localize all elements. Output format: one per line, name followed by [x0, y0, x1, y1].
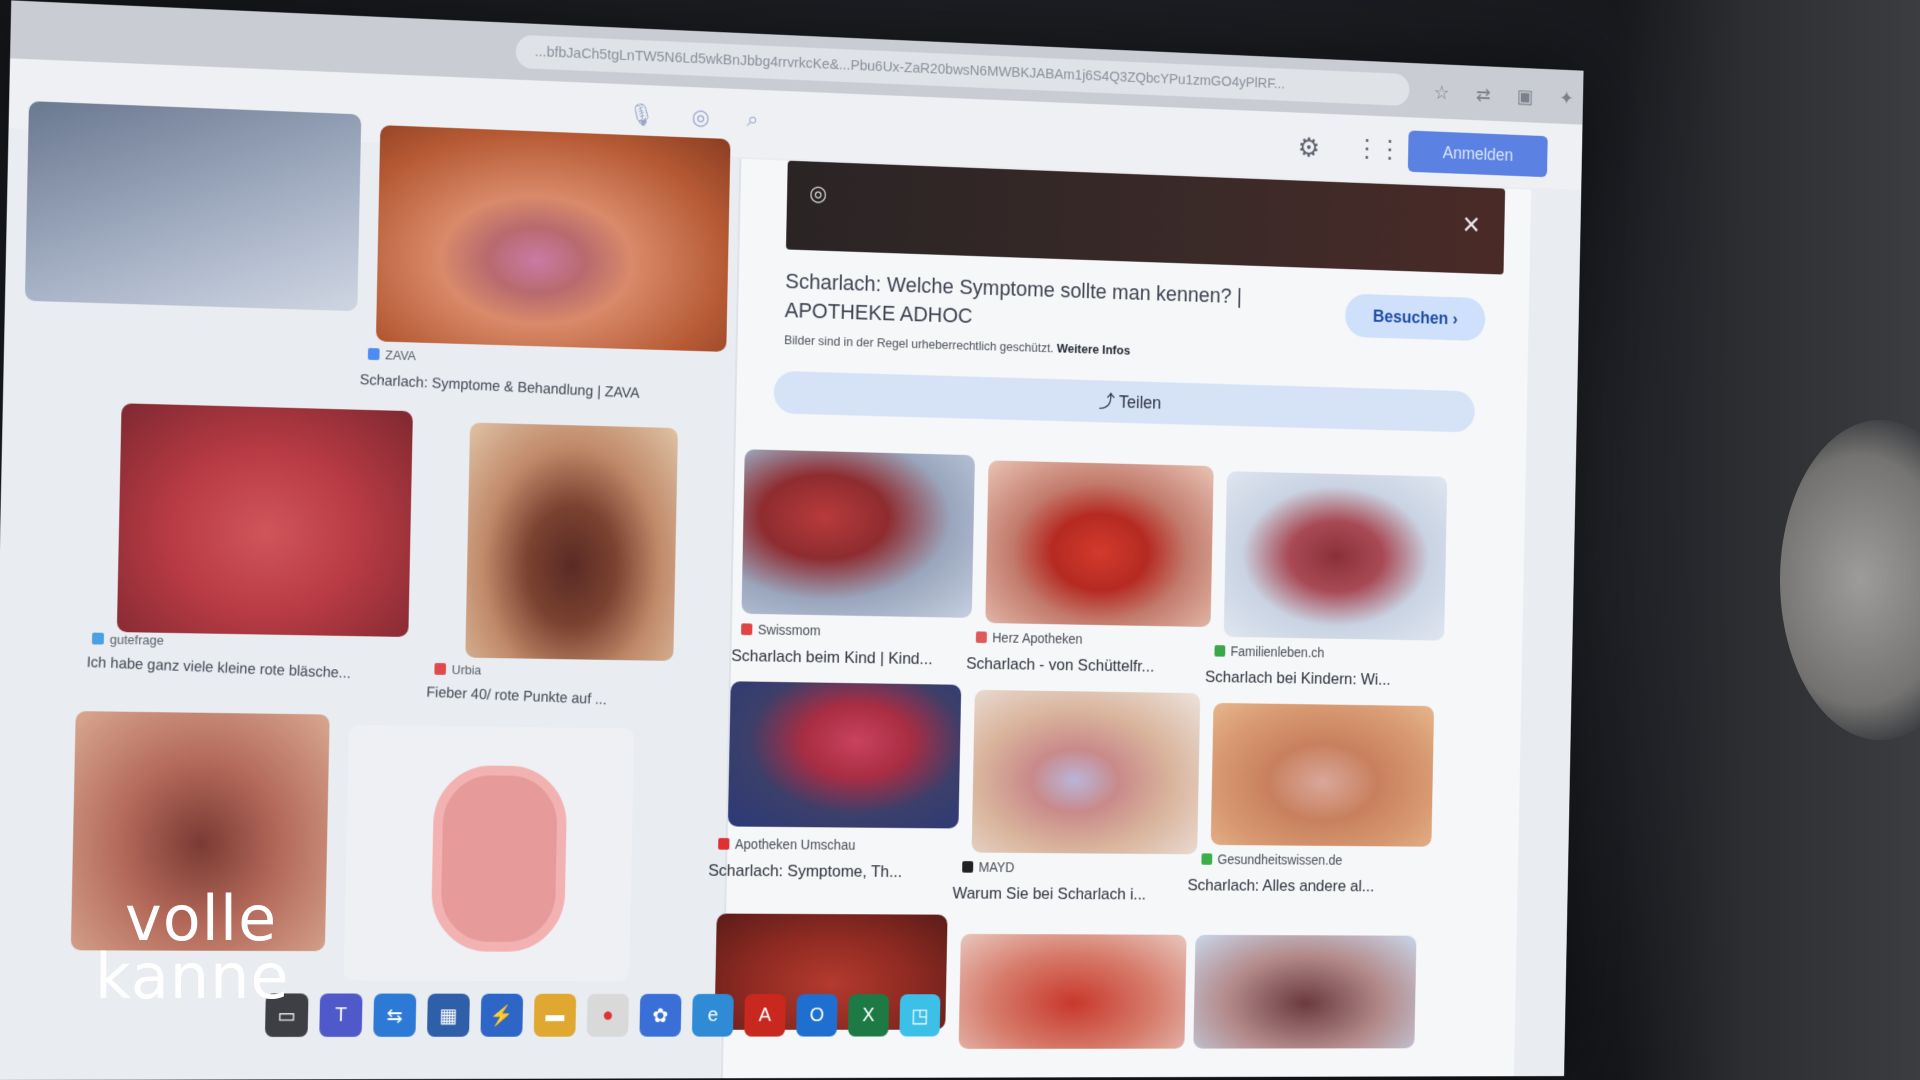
search-tools: 🎙 ◎ ⌕: [628, 102, 759, 133]
related-image[interactable]: [971, 689, 1201, 855]
result-caption[interactable]: Scharlach: Symptome & Behandlung | ZAVA: [359, 371, 639, 402]
power-automate-icon[interactable]: ⚡: [480, 993, 524, 1037]
copyright-note: Bilder sind in der Regel urheberrechtlic…: [784, 332, 1131, 358]
related-source: Apotheken Umschau: [718, 836, 856, 853]
broadcast-logo: volle kanne: [95, 882, 290, 1013]
related-caption[interactable]: Warum Sie bei Scharlach i...: [952, 884, 1146, 904]
star-icon[interactable]: ☆: [1432, 81, 1452, 104]
signin-button[interactable]: Anmelden: [1407, 130, 1548, 178]
excel-icon[interactable]: X: [847, 994, 890, 1037]
extension-icon[interactable]: ✦: [1557, 86, 1576, 109]
result-source: Urbia: [434, 662, 481, 677]
search-icon[interactable]: ⌕: [747, 107, 759, 133]
related-image[interactable]: [727, 681, 962, 829]
teamviewer-icon[interactable]: ⇆: [373, 993, 417, 1037]
related-source: Swissmom: [741, 621, 821, 638]
result-caption[interactable]: Ich habe ganz viele kleine rote bläsche.…: [86, 654, 351, 682]
close-icon[interactable]: ✕: [1459, 210, 1484, 239]
related-source: MAYD: [962, 859, 1015, 875]
microphone-icon[interactable]: 🎙: [628, 102, 655, 128]
result-image[interactable]: [375, 125, 731, 352]
result-image[interactable]: [465, 422, 678, 661]
file-explorer-icon[interactable]: ▬: [533, 993, 577, 1037]
related-caption[interactable]: Scharlach: Symptome, Th...: [708, 861, 902, 882]
preview-title[interactable]: Scharlach: Welche Symptome sollte man ke…: [784, 267, 1292, 341]
copilot-icon[interactable]: ✿: [639, 993, 682, 1037]
edge-icon[interactable]: e: [691, 993, 734, 1037]
share-button[interactable]: ⤴ Teilen: [773, 370, 1476, 433]
chrome-icon[interactable]: ●: [586, 993, 629, 1037]
result-image[interactable]: [116, 403, 413, 638]
google-lens-icon[interactable]: ◎: [809, 181, 835, 209]
result-source: ZAVA: [367, 347, 416, 363]
visit-button[interactable]: Besuchen ›: [1344, 293, 1486, 342]
google-lens-icon[interactable]: ◎: [691, 105, 709, 131]
gear-icon[interactable]: ⚙: [1295, 131, 1322, 162]
more-info-link[interactable]: Weitere Infos: [1057, 341, 1131, 358]
tongue-illustration: [430, 765, 568, 952]
related-image[interactable]: [985, 460, 1214, 628]
related-source: Herz Apotheken: [975, 629, 1083, 647]
apps-grid-icon[interactable]: ⋮⋮: [1355, 134, 1401, 164]
related-image[interactable]: [1210, 702, 1435, 847]
image-preview-panel: ◎ ✕ Scharlach: Welche Symptome sollte ma…: [708, 158, 1532, 1079]
sidebar-icon[interactable]: ▣: [1515, 84, 1534, 107]
acrobat-icon[interactable]: A: [744, 994, 786, 1037]
related-source: Gesundheitswissen.de: [1201, 851, 1343, 868]
calendar-icon[interactable]: ▦: [426, 993, 470, 1037]
related-image[interactable]: [741, 449, 975, 618]
result-image[interactable]: [343, 724, 635, 982]
related-caption[interactable]: Scharlach bei Kindern: Wi...: [1205, 668, 1391, 690]
related-caption[interactable]: Scharlach: Alles andere al...: [1187, 876, 1374, 896]
windows-taskbar: ▭ T ⇆ ▦ ⚡ ▬ ● ✿ e A O X ◳: [264, 986, 1304, 1045]
teams-icon[interactable]: T: [319, 993, 363, 1037]
related-source: Familienleben.ch: [1214, 643, 1325, 660]
share-icon: ⤴: [1098, 391, 1115, 412]
related-caption[interactable]: Scharlach - von Schüttelfr...: [966, 654, 1154, 676]
app-icon[interactable]: ◳: [899, 994, 941, 1037]
translate-icon[interactable]: ⇄: [1474, 83, 1494, 106]
related-caption[interactable]: Scharlach beim Kind | Kind...: [731, 646, 933, 669]
result-caption[interactable]: Fieber 40/ rote Punkte auf ...: [426, 684, 607, 708]
result-image[interactable]: [24, 101, 362, 312]
outlook-icon[interactable]: O: [796, 994, 838, 1037]
related-image[interactable]: [1223, 471, 1448, 641]
result-source: gutefrage: [91, 632, 164, 648]
